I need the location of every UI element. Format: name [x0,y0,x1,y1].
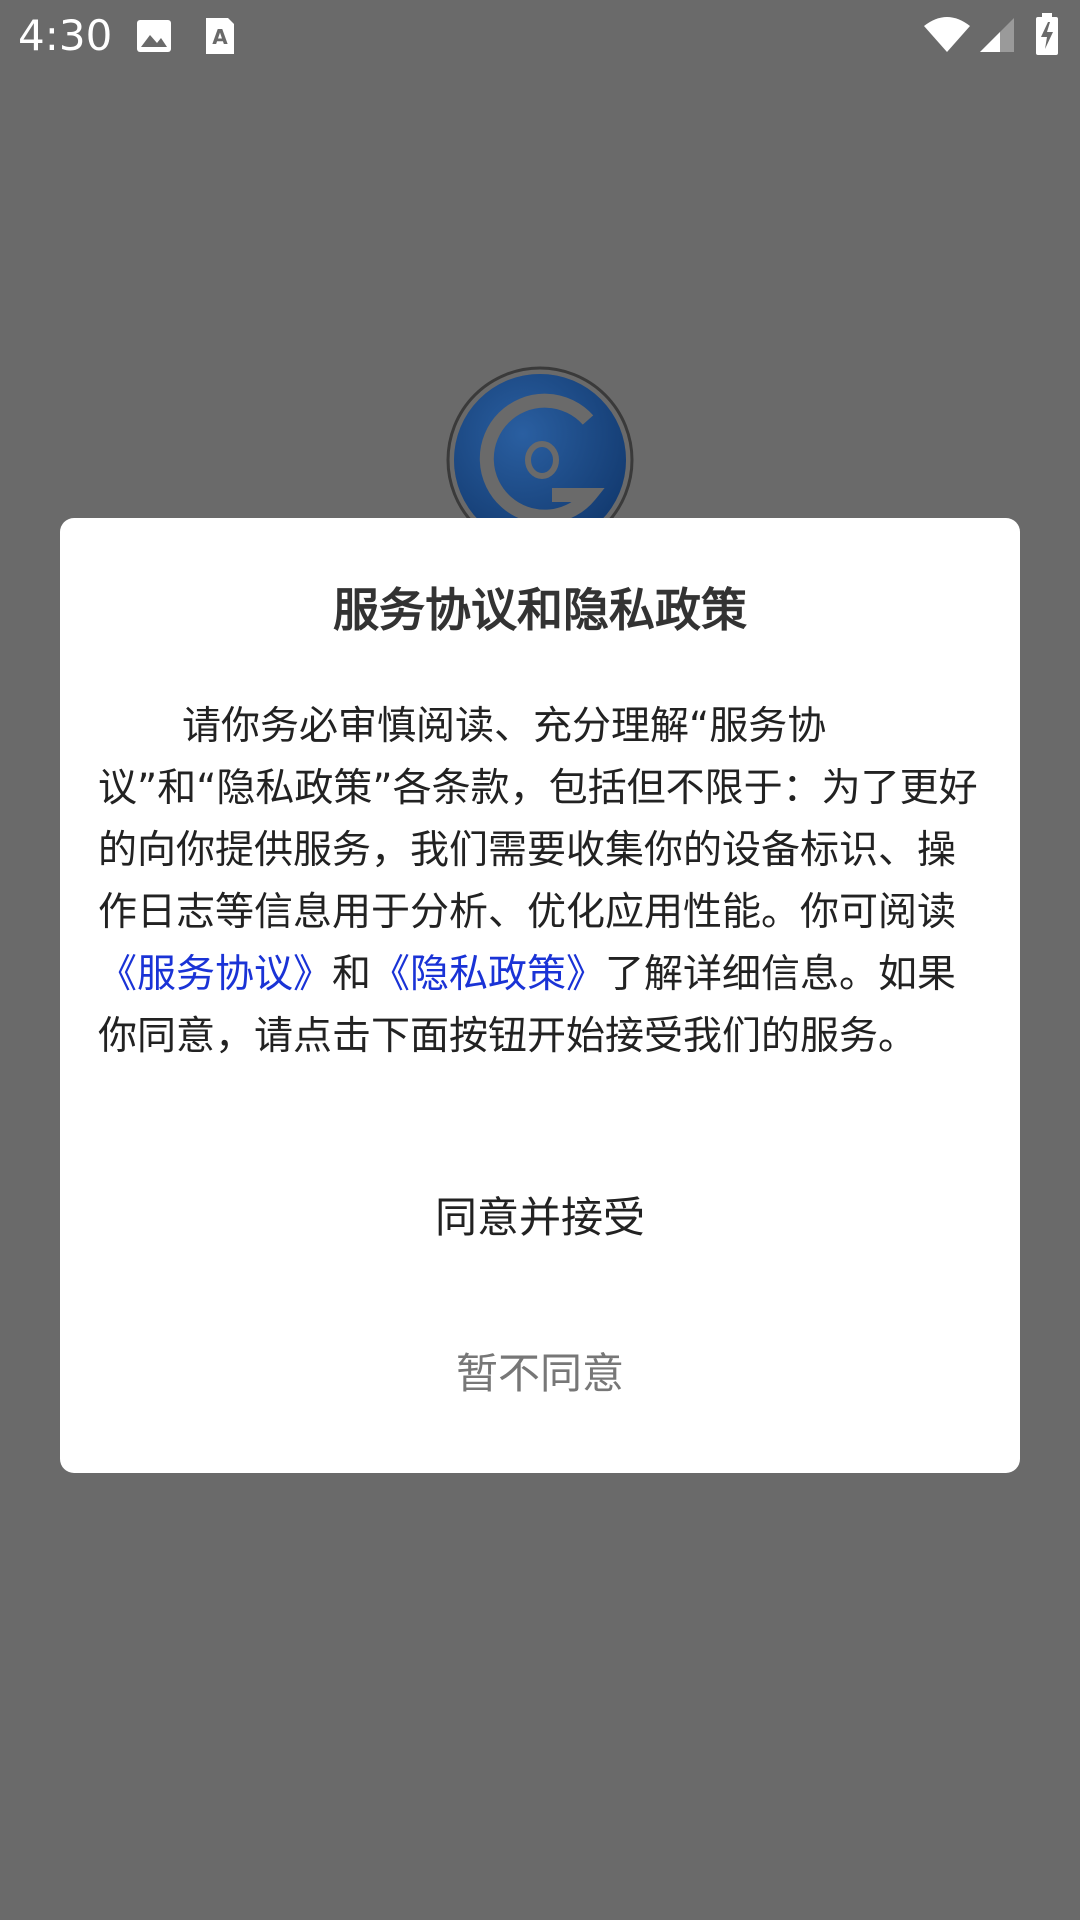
body-text-part1: 请你务必审慎阅读、充分理解“服务协议”和“隐私政策”各条款，包括但不限于：为了更… [98,704,978,935]
signal-icon [980,18,1014,52]
svg-text:A: A [212,25,228,49]
decline-button[interactable]: 暂不同意 [60,1329,1020,1419]
image-icon [137,20,171,52]
body-text-and: 和 [332,952,372,997]
a-icon: A [206,18,234,54]
dialog-title: 服务协议和隐私政策 [333,583,747,637]
status-time: 4:30 [18,11,113,60]
wifi-icon [924,17,970,52]
agree-button[interactable]: 同意并接受 [60,1173,1020,1263]
battery-charging-icon [1036,13,1058,55]
dialog-body-text: 请你务必审慎阅读、充分理解“服务协议”和“隐私政策”各条款，包括但不限于：为了更… [98,696,982,1068]
privacy-dialog: 服务协议和隐私政策 请你务必审慎阅读、充分理解“服务协议”和“隐私政策”各条款，… [60,518,1020,1473]
service-agreement-link[interactable]: 《服务协议》 [98,952,332,997]
status-bar: 4:30 A [0,0,1080,72]
privacy-policy-link[interactable]: 《隐私政策》 [371,952,605,997]
